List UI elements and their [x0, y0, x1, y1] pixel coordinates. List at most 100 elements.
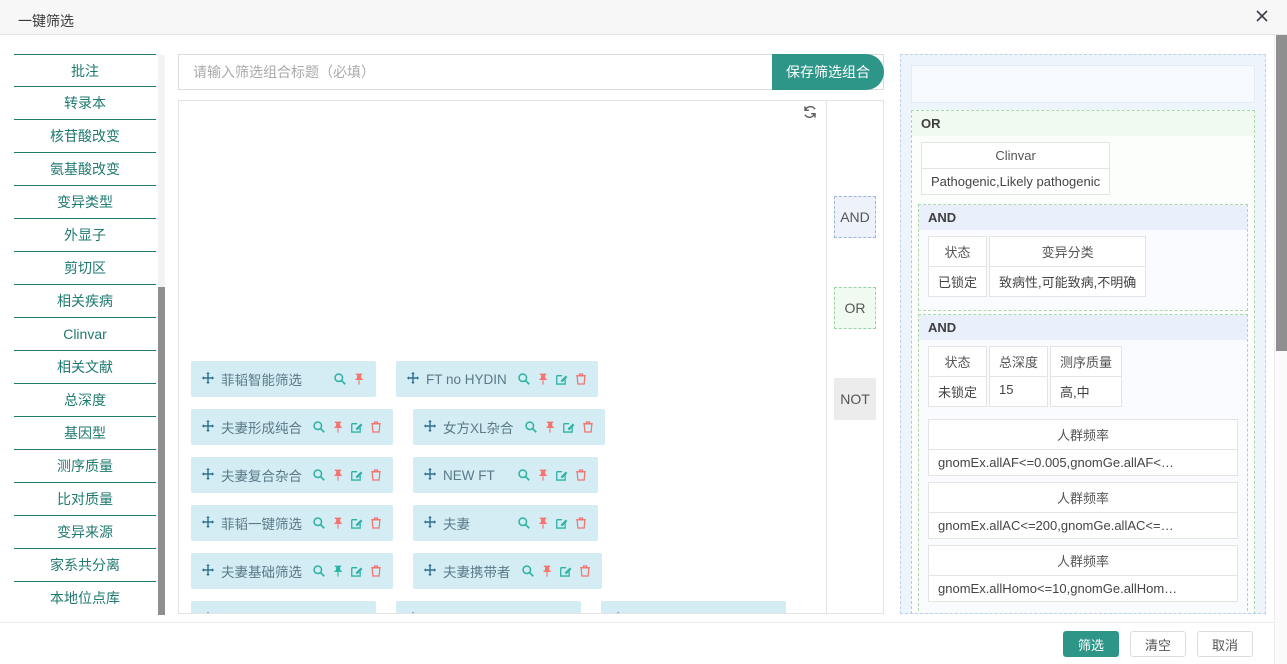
search-icon[interactable]	[705, 612, 719, 613]
filter-chip[interactable]: 菲韬一键筛选	[191, 505, 393, 541]
filter-chip[interactable]: NEW FT	[413, 457, 598, 493]
pin-icon[interactable]	[536, 516, 550, 530]
filter-chip[interactable]: FT no HYDIN	[396, 361, 598, 397]
filter-chip[interactable]: 夫妻基础筛选	[191, 553, 393, 589]
delete-icon[interactable]	[574, 468, 588, 482]
condition-cell[interactable]: 人群频率 gnomEx.allHomo<=10,gnomGe.allHom…	[928, 545, 1238, 602]
search-icon[interactable]	[312, 468, 326, 482]
filter-chip[interactable]: 女方XL杂合	[413, 409, 605, 445]
search-icon[interactable]	[521, 564, 535, 578]
condition-cell[interactable]: 人群频率 gnomEx.allAC<=200,gnomGe.allAC<=…	[928, 482, 1238, 539]
pin-icon[interactable]	[519, 612, 533, 613]
delete-icon[interactable]	[581, 420, 595, 434]
condition-cell[interactable]: 变异分类 致病性,可能致病,不明确	[989, 236, 1147, 297]
delete-icon[interactable]	[557, 612, 571, 613]
delete-icon[interactable]	[369, 564, 383, 578]
search-icon[interactable]	[312, 564, 326, 578]
move-icon[interactable]	[611, 611, 625, 613]
edit-icon[interactable]	[555, 468, 569, 482]
preview-or-group[interactable]: OR Clinvar Pathogenic,Likely pathogenic …	[911, 110, 1255, 613]
sidebar-item-6[interactable]: 剪切区	[14, 252, 156, 285]
sidebar-item-16[interactable]: 本地位点库	[14, 582, 156, 614]
pin-icon[interactable]	[331, 564, 345, 578]
move-icon[interactable]	[406, 611, 420, 613]
pin-icon[interactable]	[331, 468, 345, 482]
move-icon[interactable]	[201, 611, 215, 613]
close-icon[interactable]	[1251, 8, 1273, 30]
move-icon[interactable]	[201, 515, 215, 532]
move-icon[interactable]	[201, 467, 215, 484]
edit-icon[interactable]	[350, 468, 364, 482]
condition-cell[interactable]: 总深度 15	[989, 346, 1049, 407]
condition-preview-panel[interactable]: OR Clinvar Pathogenic,Likely pathogenic …	[900, 54, 1266, 614]
delete-icon[interactable]	[369, 468, 383, 482]
page-scrollbar[interactable]	[1274, 35, 1287, 664]
sidebar-scrollbar-thumb[interactable]	[158, 287, 165, 615]
condition-cell[interactable]: 状态 未锁定	[928, 346, 988, 407]
sidebar-item-14[interactable]: 变异来源	[14, 516, 156, 549]
edit-icon[interactable]	[562, 420, 576, 434]
edit-icon[interactable]	[333, 612, 347, 613]
filter-chip[interactable]: TPYE2	[191, 601, 376, 613]
delete-icon[interactable]	[369, 516, 383, 530]
filter-chip[interactable]: 夫妻	[413, 505, 598, 541]
sidebar-scrollbar[interactable]	[158, 55, 165, 615]
edit-icon[interactable]	[350, 420, 364, 434]
refresh-icon[interactable]	[802, 104, 818, 120]
move-icon[interactable]	[201, 371, 215, 388]
pin-icon[interactable]	[314, 612, 328, 613]
move-icon[interactable]	[423, 419, 437, 436]
operator-not-button[interactable]: NOT	[834, 378, 876, 420]
search-icon[interactable]	[312, 420, 326, 434]
pin-icon[interactable]	[543, 420, 557, 434]
condition-cell[interactable]: 人群频率 gnomEx.allAF<=0.005,gnomGe.allAF<…	[928, 419, 1238, 476]
cancel-button[interactable]: 取消	[1196, 631, 1253, 657]
condition-cell[interactable]: 测序质量 高,中	[1050, 346, 1123, 407]
delete-icon[interactable]	[574, 372, 588, 386]
filter-chip[interactable]: 夫妻复合杂合	[191, 457, 393, 493]
move-icon[interactable]	[406, 371, 420, 388]
pin-icon[interactable]	[352, 372, 366, 386]
sidebar-item-3[interactable]: 氨基酸改变	[14, 153, 156, 186]
filter-chip[interactable]: 夫妻携带者	[413, 553, 602, 589]
delete-icon[interactable]	[574, 516, 588, 530]
pin-icon[interactable]	[724, 612, 738, 613]
sidebar-item-9[interactable]: 相关文献	[14, 351, 156, 384]
edit-icon[interactable]	[538, 612, 552, 613]
save-combo-button[interactable]: 保存筛选组合	[772, 54, 884, 90]
search-icon[interactable]	[295, 612, 309, 613]
filter-chip[interactable]: 总筛选	[396, 601, 581, 613]
category-sidebar[interactable]: 批注 转录本 核苷酸改变 氨基酸改变 变异类型 外显子 剪切区 相关疾病 Clinvar 相关文献…	[14, 54, 156, 614]
operator-and-button[interactable]: AND	[834, 196, 876, 238]
delete-icon[interactable]	[762, 612, 776, 613]
sidebar-item-15[interactable]: 家系共分离	[14, 549, 156, 582]
condition-clinvar[interactable]: Clinvar Pathogenic,Likely pathogenic	[921, 142, 1111, 195]
move-icon[interactable]	[201, 419, 215, 436]
delete-icon[interactable]	[369, 420, 383, 434]
sidebar-item-13[interactable]: 比对质量	[14, 483, 156, 516]
sidebar-item-0[interactable]: 批注	[14, 54, 156, 87]
search-icon[interactable]	[333, 372, 347, 386]
sidebar-item-1[interactable]: 转录本	[14, 87, 156, 120]
search-icon[interactable]	[517, 516, 531, 530]
move-icon[interactable]	[423, 467, 437, 484]
edit-icon[interactable]	[743, 612, 757, 613]
operator-or-button[interactable]: OR	[834, 287, 876, 329]
builder-drop-zone[interactable]	[179, 101, 826, 346]
sidebar-item-7[interactable]: 相关疾病	[14, 285, 156, 318]
pin-icon[interactable]	[540, 564, 554, 578]
move-icon[interactable]	[201, 563, 215, 580]
edit-icon[interactable]	[555, 372, 569, 386]
move-icon[interactable]	[423, 563, 437, 580]
pin-icon[interactable]	[331, 516, 345, 530]
edit-icon[interactable]	[350, 564, 364, 578]
move-icon[interactable]	[423, 515, 437, 532]
sidebar-item-12[interactable]: 测序质量	[14, 450, 156, 483]
delete-icon[interactable]	[578, 564, 592, 578]
pin-icon[interactable]	[536, 372, 550, 386]
builder-canvas[interactable]: 菲韬智能筛选 FT no HYDIN 夫妻形成纯合 女方XL杂合 夫妻复合杂合 NEW F…	[179, 101, 827, 613]
preview-and-group-2[interactable]: AND 状态 未锁定 总深度 15 测序质量 高,中 人群频率 gnomEx.allAF<=…	[918, 314, 1248, 613]
preview-and-group-1[interactable]: AND 状态 已锁定 变异分类 致病性,可能致病,不明确	[918, 204, 1248, 311]
search-icon[interactable]	[517, 468, 531, 482]
clear-button[interactable]: 清空	[1129, 631, 1186, 657]
